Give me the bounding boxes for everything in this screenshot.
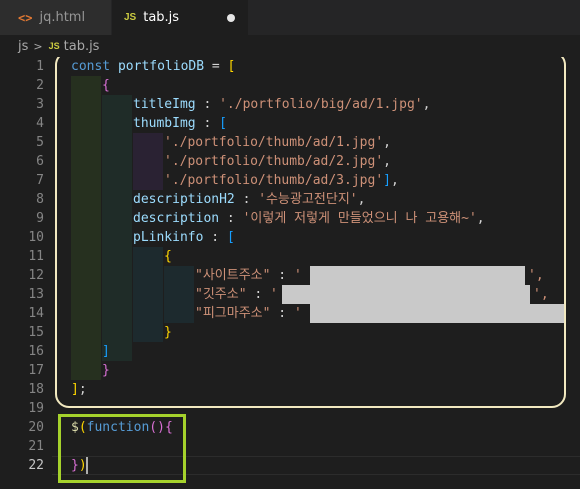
- line-number: 2: [36, 78, 44, 93]
- line-number: 12: [28, 268, 44, 283]
- line-number: 7: [36, 173, 44, 188]
- line-number: 14: [28, 306, 44, 321]
- line-number: 13: [28, 287, 44, 302]
- line-number: 18: [28, 382, 44, 397]
- line-number: 4: [36, 116, 44, 131]
- html-file-icon: <>: [18, 10, 33, 25]
- tab-bar: <> jq.html JS tab.js: [0, 0, 580, 35]
- js-file-icon: JS: [48, 41, 60, 51]
- code-editor[interactable]: 1 2 3 4 5 6 7 8 9 10 11 12 13 14 15 16 1…: [0, 57, 580, 489]
- chevron-right-icon: >: [33, 39, 43, 53]
- highlight-box-green: [58, 414, 186, 483]
- breadcrumb: js > JS tab.js: [0, 35, 580, 57]
- js-file-icon: JS: [124, 12, 137, 23]
- unsaved-dot-icon[interactable]: [227, 14, 235, 22]
- line-number: 19: [28, 401, 44, 416]
- breadcrumb-file[interactable]: tab.js: [64, 39, 100, 54]
- line-number: 15: [28, 325, 44, 340]
- line-number: 11: [28, 249, 44, 264]
- tab-tab-js[interactable]: JS tab.js: [112, 0, 248, 35]
- line-number: 6: [36, 154, 44, 169]
- breadcrumb-folder[interactable]: js: [18, 39, 28, 54]
- line-number: 10: [28, 230, 44, 245]
- line-number: 5: [36, 135, 44, 150]
- line-number-current: 22: [28, 458, 44, 473]
- line-number: 8: [36, 192, 44, 207]
- tab-jq-html[interactable]: <> jq.html: [0, 0, 112, 35]
- tab-label: tab.js: [143, 10, 180, 25]
- line-number: 9: [36, 211, 44, 226]
- line-number: 1: [36, 59, 44, 74]
- line-number: 20: [28, 420, 44, 435]
- line-number: 17: [28, 363, 44, 378]
- line-number: 3: [36, 97, 44, 112]
- tab-label: jq.html: [39, 10, 86, 25]
- highlight-box-yellow: [55, 57, 566, 408]
- line-number: 16: [28, 344, 44, 359]
- line-number: 21: [28, 439, 44, 454]
